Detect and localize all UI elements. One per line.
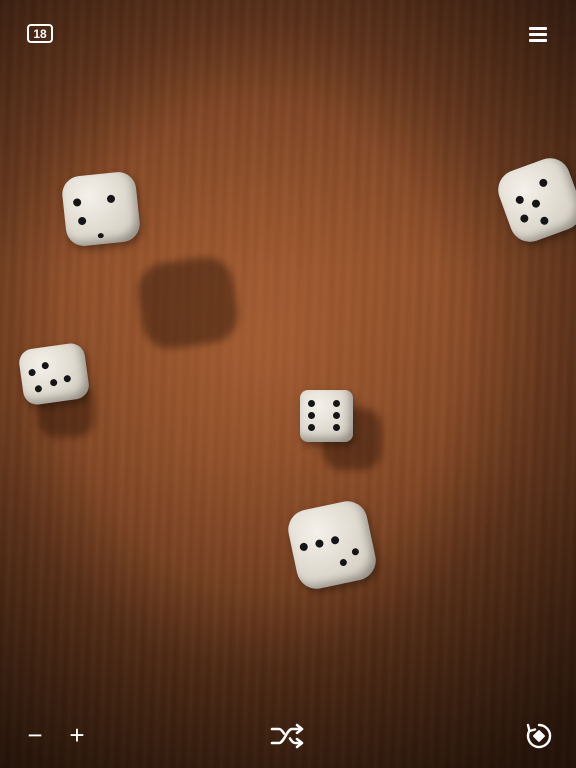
die-pip: [28, 368, 37, 377]
die-pip: [34, 384, 43, 393]
die-pip: [49, 378, 58, 387]
die[interactable]: [60, 170, 142, 248]
die-pip: [308, 400, 315, 407]
die-pip: [538, 177, 549, 188]
die-shadow: [134, 253, 242, 353]
die-pip: [106, 194, 116, 204]
die-pip: [339, 558, 348, 567]
die-pip: [333, 424, 340, 431]
die-pip: [77, 216, 87, 226]
die-pip: [63, 374, 72, 383]
rotate-reset-icon: [526, 723, 552, 749]
die[interactable]: [492, 152, 576, 248]
die-pip: [41, 361, 50, 370]
die-pip: [314, 538, 325, 549]
add-die-button[interactable]: +: [66, 722, 88, 748]
die-pip: [330, 535, 340, 545]
hamburger-menu-icon[interactable]: [529, 27, 547, 42]
die-pip: [333, 412, 340, 419]
dice-table[interactable]: 18 − +: [0, 0, 576, 768]
die-pip: [351, 547, 360, 556]
die-pip: [72, 198, 82, 207]
die-pip: [519, 213, 530, 224]
die[interactable]: [300, 390, 353, 442]
shuffle-button[interactable]: [270, 722, 306, 750]
die-pip: [308, 412, 315, 419]
dice-total-badge: 18: [27, 24, 53, 43]
die-pip: [530, 198, 542, 209]
die-pip: [514, 194, 525, 206]
remove-die-button[interactable]: −: [26, 722, 44, 748]
reset-button[interactable]: [524, 721, 554, 751]
die[interactable]: [284, 497, 380, 593]
die-pip: [97, 232, 105, 239]
die-pip: [539, 215, 550, 226]
die-pip: [333, 400, 340, 407]
die[interactable]: [17, 341, 91, 407]
die-pip: [299, 542, 309, 552]
shuffle-icon: [270, 723, 304, 749]
die-pip: [308, 424, 315, 431]
